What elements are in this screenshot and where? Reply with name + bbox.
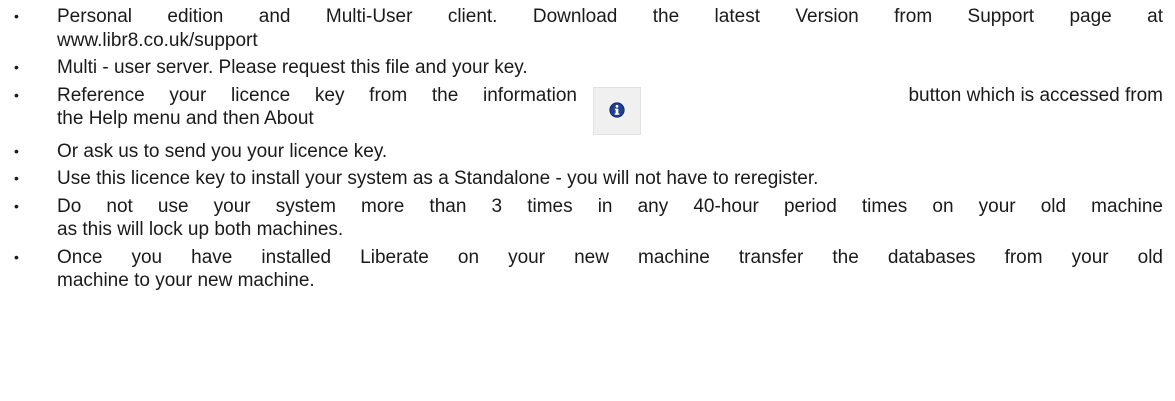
list-item: • Once you have installed Liberate on yo…	[0, 246, 1175, 293]
list-item-line: as this will lock up both machines.	[57, 219, 344, 240]
bullet-marker: •	[14, 142, 19, 159]
list-item-line: Do not use your system more than 3 times…	[57, 195, 1163, 217]
bullet-marker: •	[14, 59, 19, 75]
list-item: • Use this licence key to install your s…	[0, 167, 1175, 191]
list-item: • Reference your licence key from the in…	[0, 84, 1175, 136]
bullet-list: • Personal edition and Multi-User client…	[0, 5, 1175, 297]
document-page: • Personal edition and Multi-User client…	[0, 0, 1175, 401]
list-item-line: Use this licence key to install your sys…	[57, 168, 819, 189]
list-item-line: Reference your licence key from the info…	[57, 84, 577, 106]
bullet-marker: •	[14, 248, 19, 265]
list-item: • Do not use your system more than 3 tim…	[0, 195, 1175, 242]
list-item: • Or ask us to send you your licence key…	[0, 140, 1175, 164]
info-button[interactable]	[593, 86, 641, 135]
bullet-marker: •	[14, 197, 19, 214]
list-item-line: machine to your new machine.	[57, 270, 315, 291]
list-item-line: Multi - user server. Please request this…	[57, 57, 528, 78]
list-item: • Multi - user server. Please request th…	[0, 56, 1175, 80]
list-item-line: Once you have installed Liberate on your…	[57, 246, 1163, 268]
list-item-line: Or ask us to send you your licence key.	[57, 140, 388, 162]
list-item-line: www.libr8.co.uk/support	[57, 29, 258, 51]
list-item: • Personal edition and Multi-User client…	[0, 5, 1175, 52]
list-item-line: Personal edition and Multi-User client. …	[57, 6, 1163, 27]
list-item-line: button which is accessed from	[908, 84, 1163, 106]
bullet-marker: •	[14, 170, 19, 186]
bullet-marker: •	[14, 86, 19, 103]
bullet-marker: •	[14, 8, 19, 24]
info-icon	[609, 101, 625, 118]
